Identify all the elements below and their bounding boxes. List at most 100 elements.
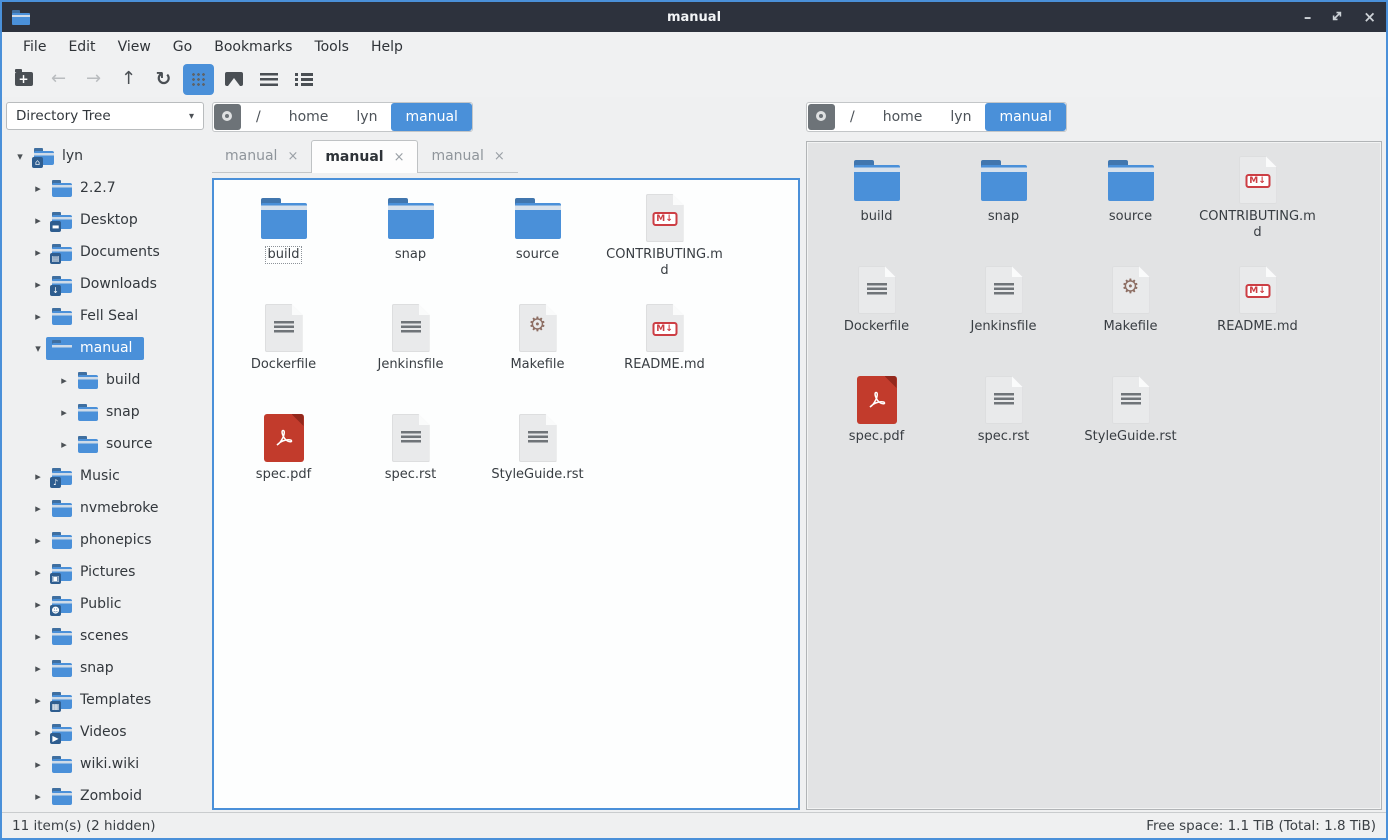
crumb-home[interactable]: home xyxy=(869,103,937,131)
tab-close-icon[interactable]: × xyxy=(394,150,405,165)
right-file-view[interactable]: buildsnapsourceM↓CONTRIBUTING.md Dockerfi… xyxy=(806,141,1382,810)
expander-closed-icon[interactable]: ▸ xyxy=(56,374,72,387)
restore-button[interactable] xyxy=(1331,10,1343,25)
tree-item-wiki-wiki[interactable]: ▸wiki.wiki xyxy=(4,748,206,780)
back-button[interactable]: ← xyxy=(43,64,74,95)
tree-item-source[interactable]: ▸source xyxy=(4,428,206,460)
file-build[interactable]: build xyxy=(813,150,940,260)
crumb-lyn[interactable]: lyn xyxy=(936,103,985,131)
tree-item-snap[interactable]: ▸snap xyxy=(4,652,206,684)
expander-closed-icon[interactable]: ▸ xyxy=(30,726,46,739)
expander-closed-icon[interactable]: ▸ xyxy=(30,214,46,227)
detailed-list-button[interactable] xyxy=(288,64,319,95)
tab-manual-2[interactable]: manual× xyxy=(311,140,418,173)
file-contributing-md[interactable]: M↓CONTRIBUTING.md xyxy=(1194,150,1321,260)
file-dockerfile[interactable]: Dockerfile xyxy=(220,298,347,408)
menu-go[interactable]: Go xyxy=(162,35,203,59)
expander-closed-icon[interactable]: ▸ xyxy=(56,406,72,419)
tree-item-zomboid[interactable]: ▸Zomboid xyxy=(4,780,206,810)
file-contributing-md[interactable]: M↓CONTRIBUTING.md xyxy=(601,188,728,298)
crumb-home[interactable]: home xyxy=(275,103,343,131)
expander-closed-icon[interactable]: ▸ xyxy=(30,534,46,547)
tree-item-videos[interactable]: ▸▶Videos xyxy=(4,716,206,748)
menu-help[interactable]: Help xyxy=(360,35,414,59)
expander-closed-icon[interactable]: ▸ xyxy=(30,790,46,803)
file-styleguide-rst[interactable]: StyleGuide.rst xyxy=(474,408,601,518)
file-makefile[interactable]: ⚙Makefile xyxy=(1067,260,1194,370)
edit-path-button[interactable] xyxy=(214,104,241,130)
tree-item-2-2-7[interactable]: ▸2.2.7 xyxy=(4,172,206,204)
expander-closed-icon[interactable]: ▸ xyxy=(30,502,46,515)
up-button[interactable]: ↑ xyxy=(113,64,144,95)
expander-open-icon[interactable]: ▾ xyxy=(30,342,46,355)
sidebar-mode-select[interactable]: Directory Tree ▾ xyxy=(6,102,204,130)
crumb--[interactable]: / xyxy=(242,103,275,131)
compact-view-button[interactable] xyxy=(253,64,284,95)
tree-item-music[interactable]: ▸♪Music xyxy=(4,460,206,492)
expander-closed-icon[interactable]: ▸ xyxy=(30,662,46,675)
file-jenkinsfile[interactable]: Jenkinsfile xyxy=(347,298,474,408)
menu-view[interactable]: View xyxy=(107,35,162,59)
file-snap[interactable]: snap xyxy=(940,150,1067,260)
tree-item-documents[interactable]: ▸▤Documents xyxy=(4,236,206,268)
thumbnail-view-button[interactable] xyxy=(218,64,249,95)
file-spec-rst[interactable]: spec.rst xyxy=(347,408,474,518)
file-jenkinsfile[interactable]: Jenkinsfile xyxy=(940,260,1067,370)
edit-path-button[interactable] xyxy=(808,104,835,130)
file-spec-rst[interactable]: spec.rst xyxy=(940,370,1067,480)
tree-item-build[interactable]: ▸build xyxy=(4,364,206,396)
crumb-manual[interactable]: manual xyxy=(391,103,471,131)
tree-item-scenes[interactable]: ▸scenes xyxy=(4,620,206,652)
file-readme-md[interactable]: M↓README.md xyxy=(1194,260,1321,370)
crumb-manual[interactable]: manual xyxy=(985,103,1065,131)
expander-open-icon[interactable]: ▾ xyxy=(12,150,28,163)
tree-item-nvmebroke[interactable]: ▸nvmebroke xyxy=(4,492,206,524)
expander-closed-icon[interactable]: ▸ xyxy=(30,310,46,323)
close-button[interactable]: × xyxy=(1363,10,1376,25)
crumb--[interactable]: / xyxy=(836,103,869,131)
expander-closed-icon[interactable]: ▸ xyxy=(30,470,46,483)
tab-close-icon[interactable]: × xyxy=(287,149,298,164)
tab-close-icon[interactable]: × xyxy=(494,149,505,164)
tree-item-desktop[interactable]: ▸▬Desktop xyxy=(4,204,206,236)
expander-closed-icon[interactable]: ▸ xyxy=(30,566,46,579)
left-file-view[interactable]: buildsnapsourceM↓CONTRIBUTING.mdDockerfi… xyxy=(212,178,800,810)
forward-button[interactable]: → xyxy=(78,64,109,95)
expander-closed-icon[interactable]: ▸ xyxy=(30,630,46,643)
menu-bookmarks[interactable]: Bookmarks xyxy=(203,35,303,59)
expander-closed-icon[interactable]: ▸ xyxy=(30,758,46,771)
minimize-button[interactable]: – xyxy=(1304,10,1312,25)
file-spec-pdf[interactable]: spec.pdf xyxy=(813,370,940,480)
tree-item-lyn[interactable]: ▾⌂lyn xyxy=(4,140,206,172)
file-source[interactable]: source xyxy=(1067,150,1194,260)
tree-item-public[interactable]: ▸☻Public xyxy=(4,588,206,620)
expander-closed-icon[interactable]: ▸ xyxy=(30,598,46,611)
tree-item-templates[interactable]: ▸▦Templates xyxy=(4,684,206,716)
file-readme-md[interactable]: M↓README.md xyxy=(601,298,728,408)
menu-file[interactable]: File xyxy=(12,35,57,59)
tab-manual-3[interactable]: manual× xyxy=(418,140,517,173)
tree-item-manual[interactable]: ▾manual xyxy=(4,332,206,364)
expander-closed-icon[interactable]: ▸ xyxy=(56,438,72,451)
expander-closed-icon[interactable]: ▸ xyxy=(30,246,46,259)
menu-edit[interactable]: Edit xyxy=(57,35,106,59)
tree-item-phonepics[interactable]: ▸phonepics xyxy=(4,524,206,556)
expander-closed-icon[interactable]: ▸ xyxy=(30,182,46,195)
icon-view-button[interactable] xyxy=(183,64,214,95)
tree-item-fell-seal[interactable]: ▸Fell Seal xyxy=(4,300,206,332)
crumb-lyn[interactable]: lyn xyxy=(342,103,391,131)
tab-manual-1[interactable]: manual× xyxy=(212,140,311,173)
expander-closed-icon[interactable]: ▸ xyxy=(30,278,46,291)
expander-closed-icon[interactable]: ▸ xyxy=(30,694,46,707)
new-tab-button[interactable] xyxy=(8,64,39,95)
tree-item-downloads[interactable]: ▸↓Downloads xyxy=(4,268,206,300)
file-makefile[interactable]: ⚙Makefile xyxy=(474,298,601,408)
file-source[interactable]: source xyxy=(474,188,601,298)
file-styleguide-rst[interactable]: StyleGuide.rst xyxy=(1067,370,1194,480)
reload-button[interactable]: ↻ xyxy=(148,64,179,95)
file-dockerfile[interactable]: Dockerfile xyxy=(813,260,940,370)
tree-item-snap[interactable]: ▸snap xyxy=(4,396,206,428)
file-build[interactable]: build xyxy=(220,188,347,298)
tree-item-pictures[interactable]: ▸▣Pictures xyxy=(4,556,206,588)
file-spec-pdf[interactable]: spec.pdf xyxy=(220,408,347,518)
